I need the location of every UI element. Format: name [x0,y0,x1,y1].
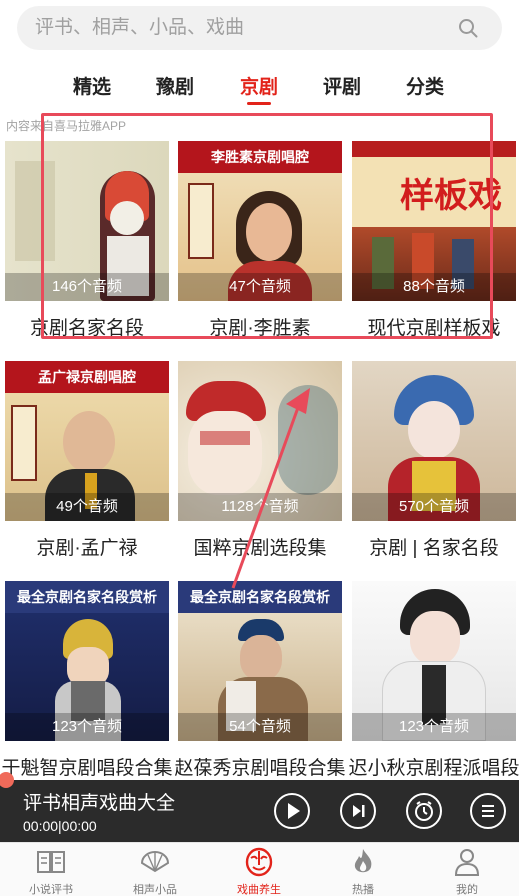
nav-item-opera[interactable]: 戏曲养生 [209,843,309,896]
tab-fenlei[interactable]: 分类 [406,72,444,99]
play-button[interactable] [274,793,310,829]
book-icon [37,851,65,873]
album-title: 京剧名家名段 [29,318,144,339]
album-title: 京剧 | 名家名段 [369,538,499,559]
alarm-clock-icon [415,801,433,821]
cover-banner: 最全京剧名家名段赏析 [5,581,169,613]
search-icon[interactable] [458,18,478,38]
audio-count: 570个音频 [352,493,516,521]
cover-banner: 李胜素京剧唱腔 [178,141,342,173]
search-bar[interactable] [17,6,502,50]
album-title: 现代京剧样板戏 [367,318,501,339]
audio-count: 54个音频 [178,713,342,741]
audio-count: 47个音频 [178,273,342,301]
album-title: 赵葆秀京剧唱段合集 [174,758,346,779]
nav-item-novel[interactable]: 小说评书 [1,843,101,896]
search-input[interactable] [35,16,435,40]
nav-label: 我的 [456,884,478,896]
tab-yuju[interactable]: 豫剧 [156,72,194,99]
album-title: 国粹京剧选段集 [193,538,327,559]
album-title: 京剧·孟广禄 [36,538,138,559]
tab-jingxuan[interactable]: 精选 [73,72,111,99]
playlist-button[interactable] [470,793,506,829]
album-title: 迟小秋京剧程派唱段 [348,758,519,779]
album-title: 于魁智京剧唱段合集 [1,758,173,779]
person-icon [454,849,480,876]
mini-player[interactable]: 评书相声戏曲大全 00:00|00:00 [0,780,519,842]
audio-count: 49个音频 [5,493,169,521]
timer-button[interactable] [406,793,442,829]
tab-jingju[interactable]: 京剧 [240,72,278,99]
next-button[interactable] [340,793,376,829]
audio-count: 88个音频 [352,273,516,301]
source-note: 内容来自喜马拉雅APP [6,119,127,133]
cover-banner: 样板戏 [400,177,502,215]
cover-banner: 孟广禄京剧唱腔 [5,361,169,393]
player-time: 00:00|00:00 [23,818,97,834]
nav-item-me[interactable]: 我的 [417,843,517,896]
nav-item-xiangsheng[interactable]: 相声小品 [105,843,205,896]
audio-count: 123个音频 [352,713,516,741]
nav-label: 小说评书 [29,884,73,896]
skip-next-icon [353,805,365,817]
album-title: 京剧·李胜素 [209,318,311,339]
player-title: 评书相声戏曲大全 [23,793,176,814]
active-tab-indicator [247,102,271,105]
opera-mask-icon [245,847,273,877]
nav-label: 热播 [352,884,374,896]
nav-item-hot[interactable]: 热播 [313,843,413,896]
audio-count: 123个音频 [5,713,169,741]
menu-icon [482,805,494,817]
cover-banner: 最全京剧名家名段赏析 [178,581,342,613]
audio-count: 1128个音频 [178,493,342,521]
flame-icon [354,849,372,873]
audio-count: 146个音频 [5,273,169,301]
nav-label: 相声小品 [133,884,177,896]
bottom-nav: 小说评书 相声小品 戏曲养生 热播 我的 [0,842,519,896]
play-icon [288,803,300,819]
nav-label: 戏曲养生 [237,884,281,896]
category-tabs: 精选 豫剧 京剧 评剧 分类 [0,62,519,106]
tab-pingju[interactable]: 评剧 [323,72,361,99]
fan-icon [140,851,170,873]
